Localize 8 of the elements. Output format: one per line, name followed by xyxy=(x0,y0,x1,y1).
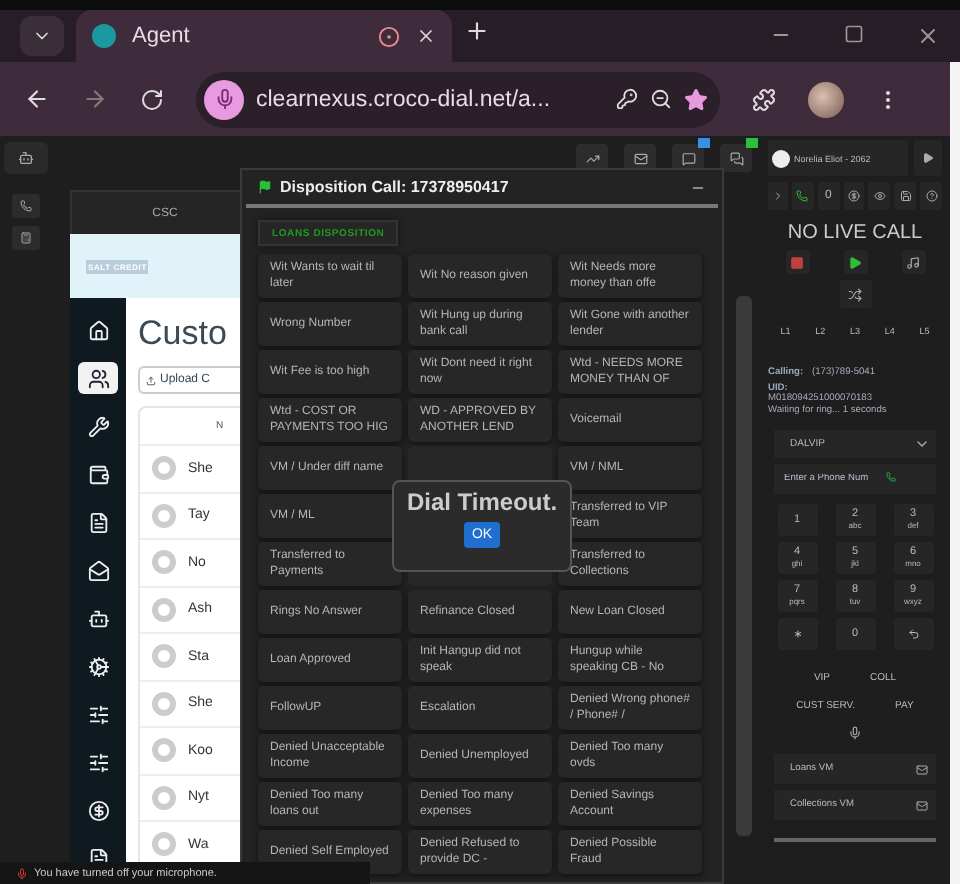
alert-message: Dial Timeout. xyxy=(406,488,558,516)
page-heading: Custo xyxy=(138,314,229,354)
browser-tab[interactable]: Agent xyxy=(76,10,452,62)
dialog-title: Disposition Call: 17378950417 xyxy=(280,178,511,197)
call-status: NO LIVE CALL xyxy=(785,222,925,244)
address-bar[interactable]: clearnexus.croco-dial.net/a... xyxy=(196,71,720,127)
tab-title: Agent xyxy=(132,24,192,48)
url-text: clearnexus.croco-dial.net/a... xyxy=(256,87,553,111)
